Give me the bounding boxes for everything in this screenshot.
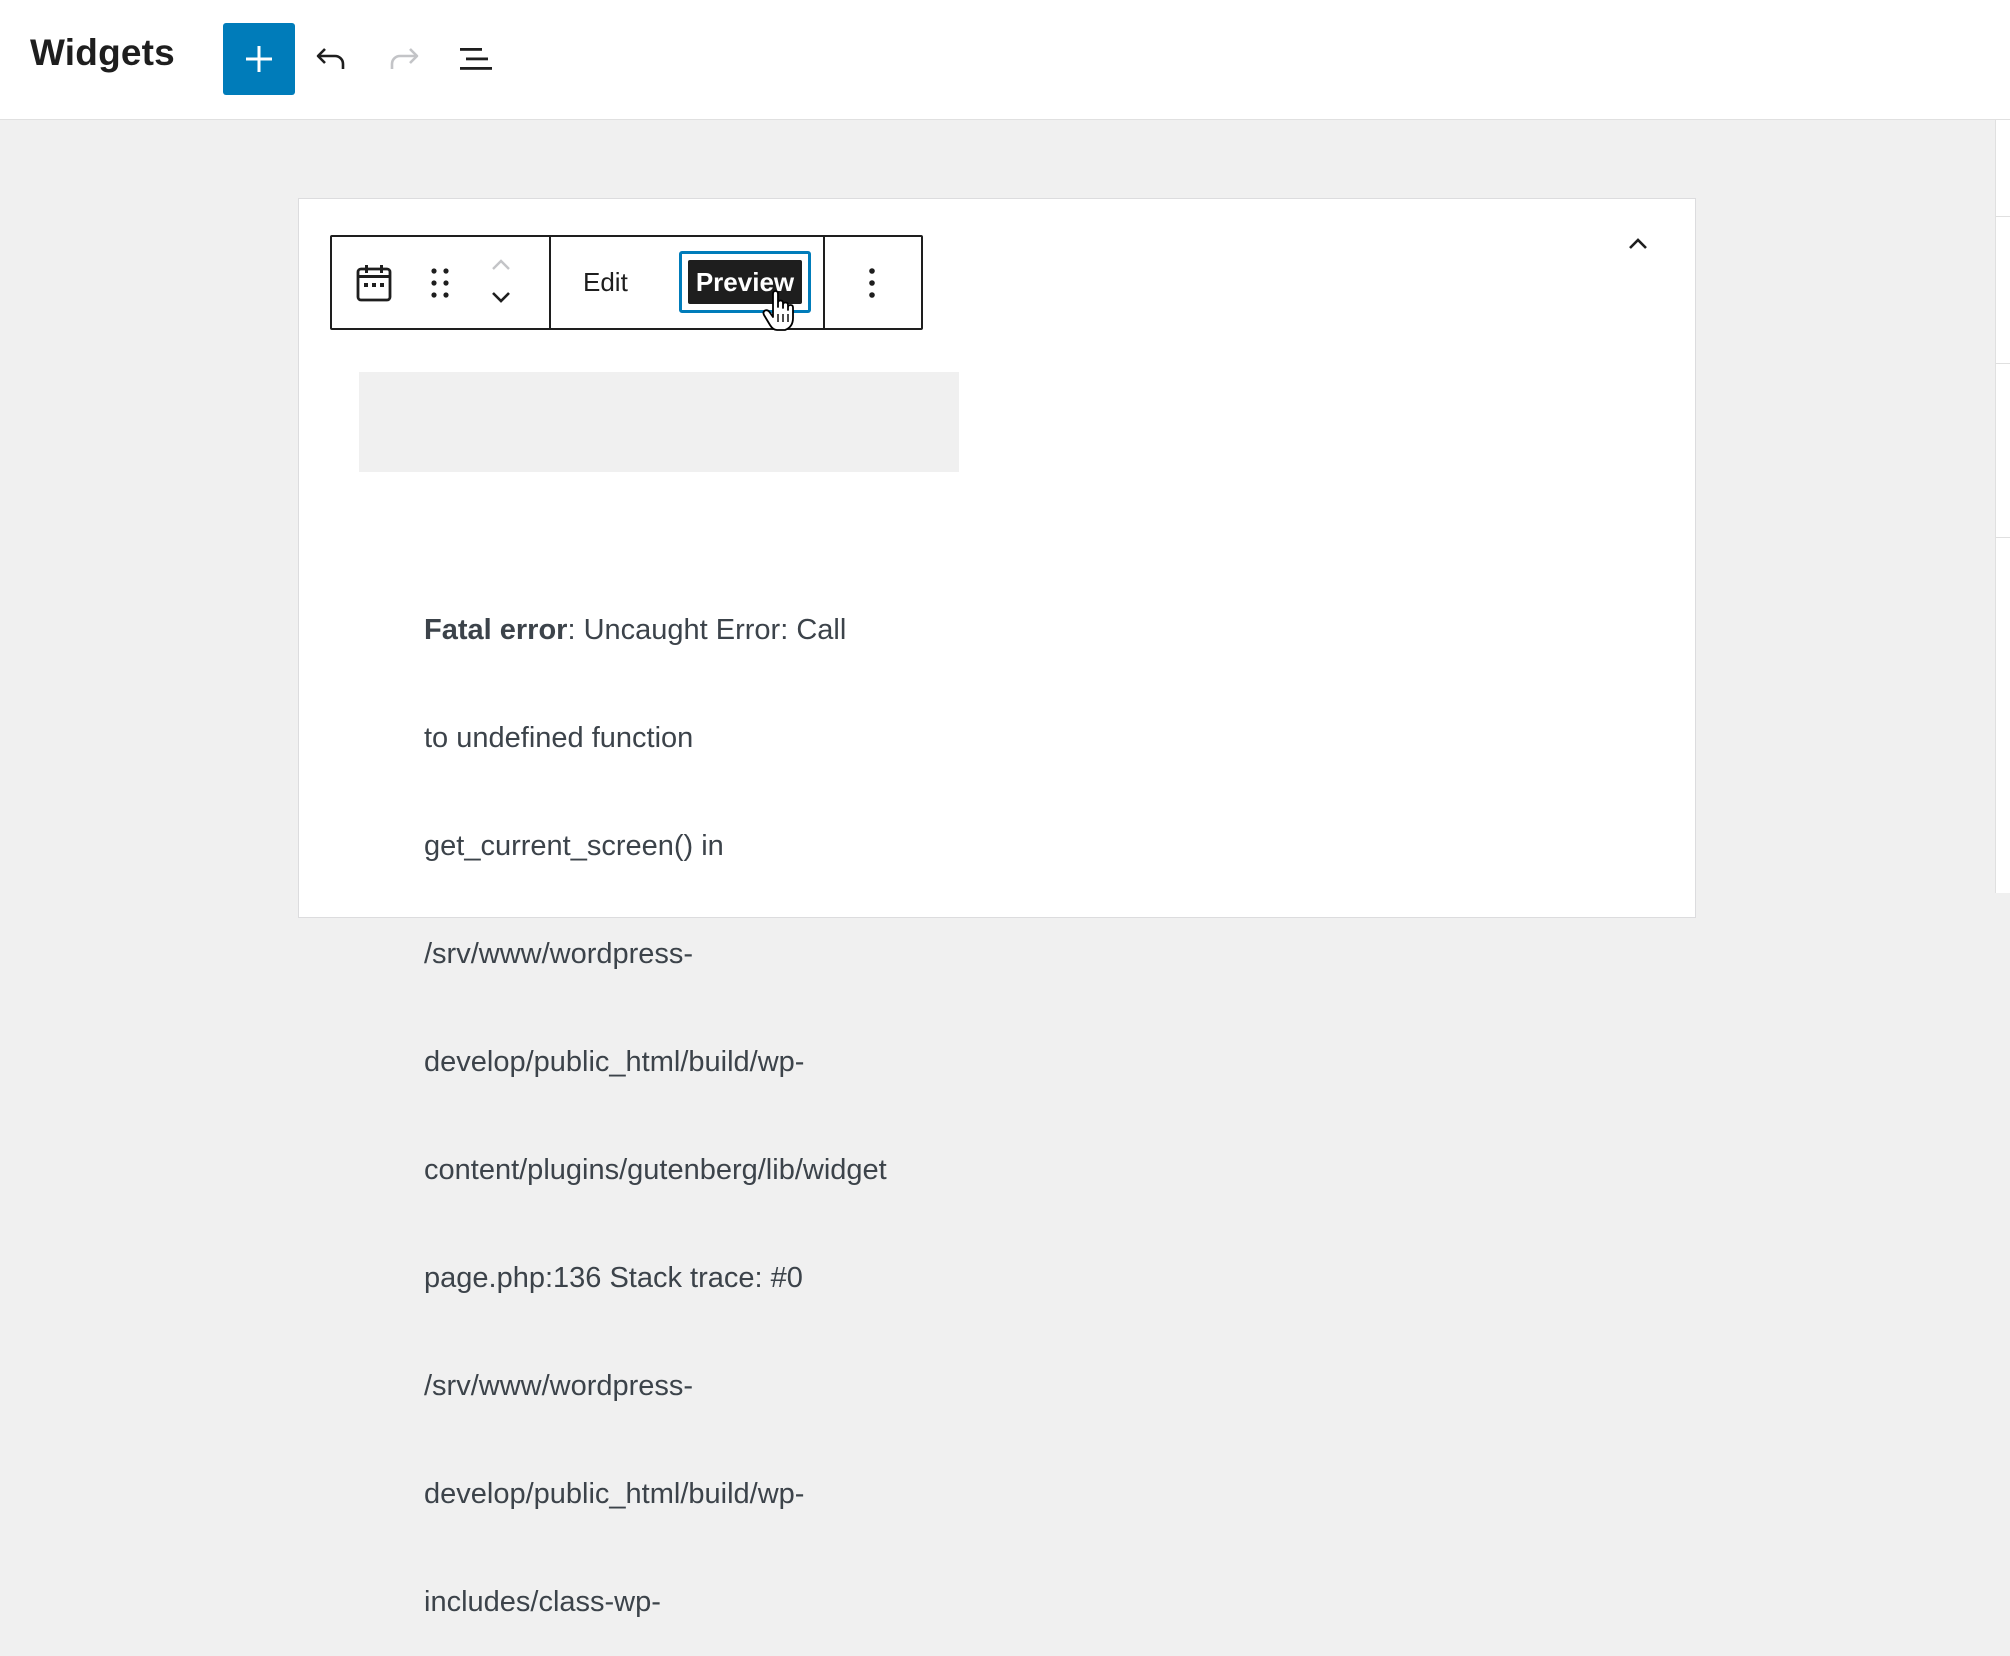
hand-cursor-icon [762,290,794,331]
block-options-button[interactable] [848,259,896,307]
divider [1996,363,2010,364]
block-type-button[interactable] [350,259,398,307]
block-preview-placeholder [359,372,959,472]
page-title: Widgets [30,32,175,73]
chevron-down-icon [492,292,510,303]
error-line: develop/public_html/build/wp- [424,1046,805,1078]
error-line: /srv/www/wordpress- [424,938,694,970]
error-line: develop/public_html/build/wp- [424,1478,805,1510]
collapse-widget-area-button[interactable] [1620,226,1656,262]
toolbar-divider [549,237,551,328]
toolbar-divider [823,237,825,328]
block-toolbar: Edit Preview [330,235,923,330]
divider [1996,216,2010,217]
add-block-button[interactable] [223,23,295,95]
error-label: Fatal error [424,614,568,646]
plus-icon [246,46,272,72]
divider [1996,537,2010,538]
more-vertical-icon [869,268,875,298]
redo-button[interactable] [376,31,432,87]
undo-button[interactable] [303,31,359,87]
error-line: get_current_screen() in [424,830,724,862]
calendar-icon [356,265,392,302]
redo-icon [390,48,419,69]
chevron-up-icon [1629,238,1647,249]
error-line: Fatal error: Uncaught Error: Call [424,614,847,646]
chevron-up-icon [492,259,510,270]
drag-handle[interactable] [420,259,460,307]
error-line: /srv/www/wordpress- [424,1370,694,1402]
move-down-button[interactable] [482,283,520,311]
error-line: page.php:136 Stack trace: #0 [424,1262,803,1294]
fatal-error-message: Fatal error: Uncaught Error: Call to und… [424,540,964,1656]
sidebar-edge [1995,120,2010,893]
drag-handle-icon [431,268,449,298]
editor-header: Widgets [0,0,2010,120]
list-view-button[interactable] [448,31,504,87]
undo-icon [316,48,345,69]
edit-button[interactable]: Edit [583,267,628,298]
move-up-button[interactable] [482,251,520,279]
error-line: includes/class-wp- [424,1586,661,1618]
list-view-icon [460,48,492,70]
error-line: content/plugins/gutenberg/lib/widget [424,1154,887,1186]
error-line: to undefined function [424,722,694,754]
